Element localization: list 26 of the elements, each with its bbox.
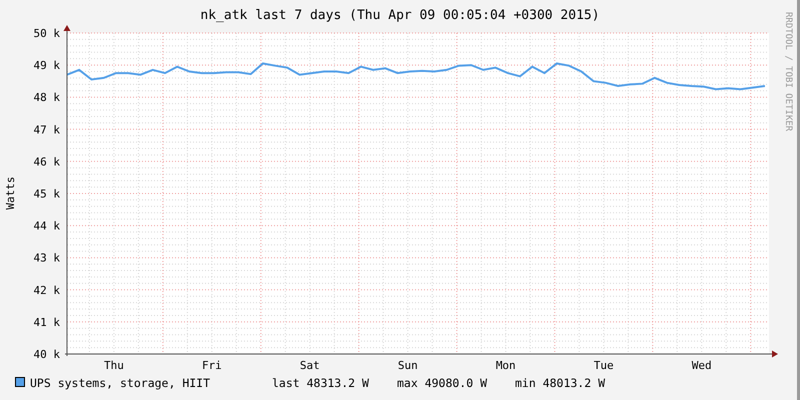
- y-tick-label: 40 k: [34, 348, 60, 361]
- y-tick-label: 42 k: [34, 284, 60, 297]
- x-tick-label: Sat: [300, 359, 320, 372]
- x-tick-label: Mon: [496, 359, 516, 372]
- y-axis-label: Watts: [4, 176, 17, 210]
- legend-min-value: min 48013.2 W: [515, 376, 606, 390]
- y-tick-label: 49 k: [34, 59, 60, 72]
- y-tick-label: 48 k: [34, 91, 60, 104]
- y-tick-label: 45 k: [34, 188, 60, 200]
- x-tick-label: Sun: [398, 359, 418, 372]
- legend-swatch: [15, 377, 25, 387]
- y-tick-label: 50 k: [34, 27, 60, 40]
- legend-max-value: max 49080.0 W: [397, 376, 488, 390]
- y-tick-label: 44 k: [34, 220, 60, 233]
- legend-last-value: last 48313.2 W: [272, 376, 369, 390]
- x-tick-label: Thu: [104, 359, 124, 372]
- y-tick-label: 46 k: [34, 155, 60, 168]
- chart-title: nk_atk last 7 days (Thu Apr 09 00:05:04 +0300 2015): [200, 8, 600, 23]
- y-tick-label: 47 k: [34, 123, 60, 136]
- y-tick-label: 43 k: [34, 252, 60, 265]
- x-tick-label: Wed: [692, 359, 712, 372]
- legend-label: UPS systems, storage, HIIT: [30, 376, 210, 390]
- x-tick-label: Fri: [202, 359, 222, 372]
- credit-text: RRDTOOL / TOBI OETIKER: [783, 12, 793, 132]
- y-tick-label: 41 k: [34, 316, 60, 329]
- x-tick-label: Tue: [594, 359, 614, 372]
